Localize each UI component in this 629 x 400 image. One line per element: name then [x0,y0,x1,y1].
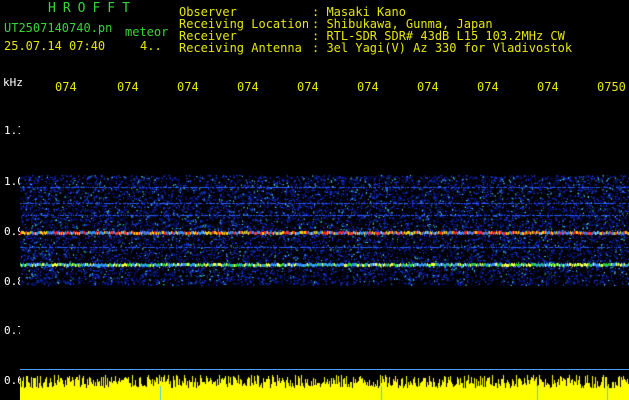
x-tick-label: 074 [357,80,379,94]
x-tick-label: 074 [117,80,139,94]
filename-label: UT2507140740.pn [4,21,113,35]
x-tick-label: 074 [297,80,319,94]
antenna-label: Receiving Antenna [179,41,302,55]
x-tick-label: 0750 [597,80,626,94]
y-axis-unit: kHz [3,76,23,89]
meteor-label: meteor [125,25,169,39]
x-tick-label: 074 [537,80,559,94]
datetime-label: 25.07.14 07:40 [4,39,106,53]
antenna-value: : 3el Yagi(V) Az 330 for Vladivostok [312,41,573,55]
baseline-divider [20,369,629,370]
count-label: 4.. [140,39,162,53]
x-tick-label: 074 [177,80,199,94]
x-tick-label: 074 [55,80,77,94]
x-tick-label: 074 [417,80,439,94]
spectrogram-canvas [20,95,629,400]
x-tick-label: 074 [477,80,499,94]
hrofft-title: HROFFT [48,1,137,16]
x-tick-label: 074 [237,80,259,94]
